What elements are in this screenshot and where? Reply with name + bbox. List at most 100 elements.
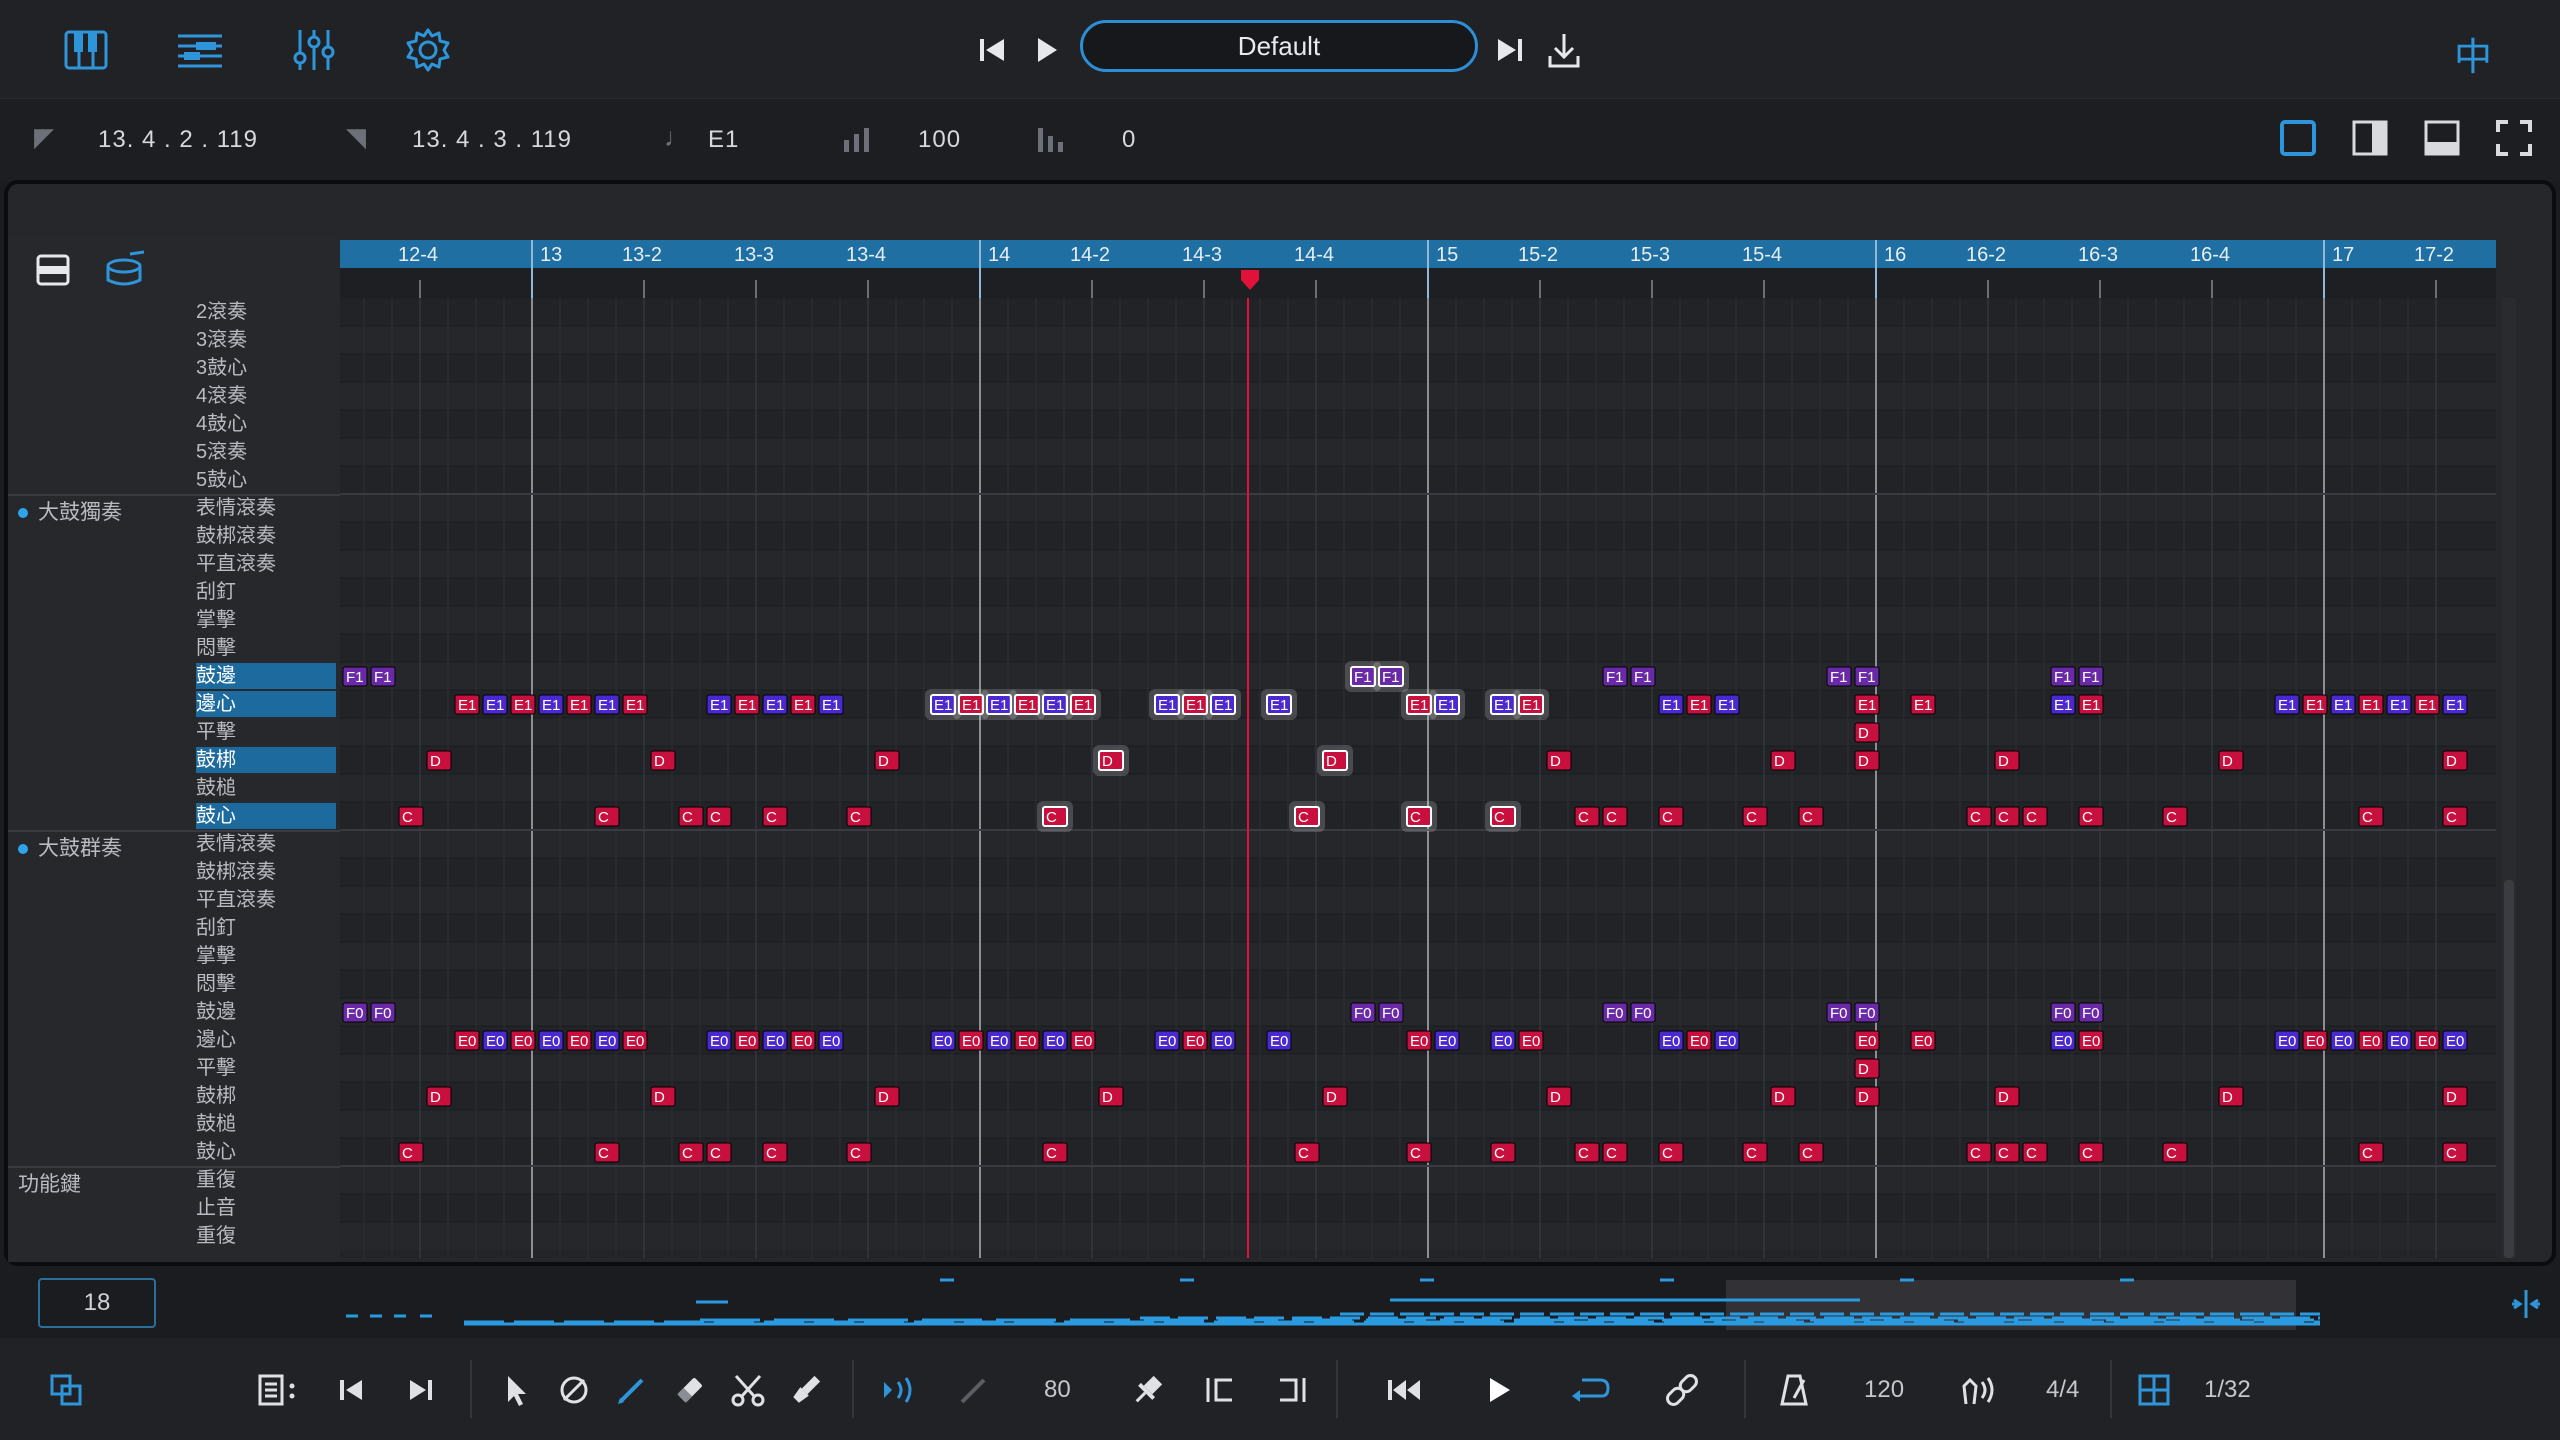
midi-note[interactable]: E0 (622, 1030, 648, 1051)
midi-note[interactable]: E1 (2274, 694, 2300, 715)
midi-note[interactable]: C (594, 1142, 620, 1163)
midi-note[interactable]: E1 (1429, 689, 1465, 720)
midi-note[interactable]: E0 (538, 1030, 564, 1051)
midi-note[interactable]: E0 (706, 1030, 732, 1051)
midi-note[interactable]: E1 (2414, 694, 2440, 715)
next-note-icon[interactable] (402, 1370, 442, 1410)
overview-minimap[interactable] (340, 1272, 2340, 1332)
midi-note[interactable]: E1 (538, 694, 564, 715)
end-position[interactable]: 13. 4 . 3 . 119 (412, 126, 572, 154)
prev-note-icon[interactable] (330, 1370, 370, 1410)
midi-note[interactable]: F0 (1350, 1002, 1376, 1023)
midi-note[interactable]: D (426, 1086, 452, 1107)
midi-note[interactable]: C (1406, 1142, 1432, 1163)
midi-note[interactable]: C (1602, 806, 1628, 827)
midi-note[interactable]: E0 (2330, 1030, 2356, 1051)
midi-note[interactable]: F1 (2078, 666, 2104, 687)
midi-note[interactable]: F1 (1373, 661, 1409, 692)
layout-right-panel-icon[interactable] (2350, 118, 2392, 160)
midi-note[interactable]: F0 (1630, 1002, 1656, 1023)
midi-note[interactable]: E1 (2386, 694, 2412, 715)
row-label[interactable]: 平擊 (196, 1055, 336, 1081)
midi-note[interactable]: E0 (1910, 1030, 1936, 1051)
midi-note[interactable]: E1 (2302, 694, 2328, 715)
midi-note[interactable]: C (2022, 806, 2048, 827)
row-label[interactable]: 悶擊 (196, 635, 336, 661)
row-label[interactable]: 平直滾奏 (196, 551, 336, 577)
fullscreen-icon[interactable] (2494, 118, 2536, 160)
velocity-setting[interactable]: 80 (1044, 1376, 1071, 1404)
midi-note[interactable]: E0 (2274, 1030, 2300, 1051)
row-label[interactable]: 鼓心 (196, 1139, 336, 1165)
midi-note[interactable]: E0 (1210, 1030, 1236, 1051)
midi-note[interactable]: C (1742, 806, 1768, 827)
tracks-icon[interactable] (168, 18, 232, 82)
midi-note[interactable]: F1 (1826, 666, 1852, 687)
loop-icon[interactable] (1568, 1370, 1612, 1410)
layout-bottom-panel-icon[interactable] (2422, 118, 2464, 160)
midi-note[interactable]: E1 (594, 694, 620, 715)
scissors-tool-icon[interactable] (728, 1370, 768, 1410)
row-label[interactable]: 邊心 (196, 1027, 336, 1053)
midi-note[interactable]: D (1994, 750, 2020, 771)
midi-note[interactable]: C (1602, 1142, 1628, 1163)
row-label[interactable]: 表情滾奏 (196, 831, 336, 857)
row-label[interactable]: 鼓梆 (196, 1083, 336, 1109)
midi-note[interactable]: F0 (1602, 1002, 1628, 1023)
row-label[interactable]: 5鼓心 (196, 467, 336, 493)
midi-note[interactable]: F0 (1826, 1002, 1852, 1023)
collapse-panel-icon[interactable] (34, 252, 74, 293)
pencil-tool-icon[interactable] (612, 1370, 652, 1410)
midi-note[interactable]: D (1854, 1058, 1880, 1079)
midi-note[interactable]: F0 (1854, 1002, 1880, 1023)
midi-note[interactable]: E1 (1513, 689, 1549, 720)
play-icon[interactable] (1014, 18, 1078, 82)
audition-icon[interactable] (880, 1370, 920, 1410)
row-label[interactable]: 悶擊 (196, 971, 336, 997)
midi-note[interactable]: E1 (1065, 689, 1101, 720)
tempo-value[interactable]: 120 (1864, 1376, 1904, 1404)
midi-note[interactable]: F0 (370, 1002, 396, 1023)
midi-note[interactable]: C (594, 806, 620, 827)
row-label[interactable]: 止音 (196, 1195, 336, 1221)
midi-note[interactable]: E0 (1434, 1030, 1460, 1051)
list-menu-icon[interactable] (254, 1370, 304, 1410)
midi-note[interactable]: E0 (1854, 1030, 1880, 1051)
midi-note[interactable]: E0 (2442, 1030, 2468, 1051)
midi-note[interactable]: E1 (818, 694, 844, 715)
midi-note[interactable]: C (2078, 806, 2104, 827)
bar-number-field[interactable]: 18 (38, 1278, 156, 1328)
midi-note[interactable]: D (426, 750, 452, 771)
midi-note[interactable]: C (1401, 801, 1437, 832)
midi-note[interactable]: F1 (1854, 666, 1880, 687)
midi-note[interactable]: C (1994, 1142, 2020, 1163)
language-toggle[interactable]: 中 (2454, 26, 2492, 81)
midi-note[interactable]: C (2358, 1142, 2384, 1163)
row-label[interactable]: 刮釘 (196, 579, 336, 605)
piano-icon[interactable] (54, 18, 118, 82)
midi-note[interactable]: C (1485, 801, 1521, 832)
midi-note[interactable]: E0 (1070, 1030, 1096, 1051)
midi-note[interactable]: F0 (2078, 1002, 2104, 1023)
midi-note[interactable]: E0 (1406, 1030, 1432, 1051)
midi-note[interactable]: C (1574, 1142, 1600, 1163)
midi-note[interactable]: E1 (1686, 694, 1712, 715)
eraser-tool-icon[interactable] (670, 1370, 710, 1410)
midi-note[interactable]: E0 (1266, 1030, 1292, 1051)
group-label[interactable]: 功能鍵 (18, 1168, 81, 1198)
midi-note[interactable]: C (1742, 1142, 1768, 1163)
layout-full-icon[interactable] (2278, 118, 2320, 160)
midi-note[interactable]: C (762, 806, 788, 827)
brush-tool-icon[interactable] (786, 1370, 826, 1410)
midi-note[interactable]: E0 (1518, 1030, 1544, 1051)
midi-note[interactable]: C (706, 1142, 732, 1163)
midi-note[interactable]: E0 (454, 1030, 480, 1051)
midi-note[interactable]: E0 (1714, 1030, 1740, 1051)
midi-note[interactable]: C (1574, 806, 1600, 827)
velocity-value[interactable]: 100 (918, 126, 961, 154)
midi-note[interactable]: E1 (1205, 689, 1241, 720)
midi-note[interactable]: C (1966, 1142, 1992, 1163)
mute-tool-icon[interactable] (554, 1370, 594, 1410)
midi-note[interactable]: E0 (1182, 1030, 1208, 1051)
midi-note[interactable]: C (398, 806, 424, 827)
